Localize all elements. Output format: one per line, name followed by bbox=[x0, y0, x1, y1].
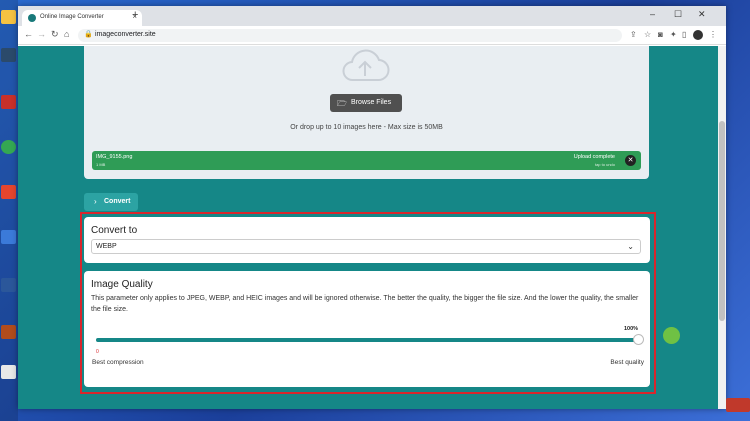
page-scrollbar[interactable] bbox=[718, 46, 726, 409]
quality-slider-fill bbox=[96, 338, 638, 342]
minimize-button[interactable]: – bbox=[650, 9, 655, 19]
chevron-right-icon: › bbox=[94, 197, 97, 206]
image-quality-description: This parameter only applies to JPEG, WEB… bbox=[91, 295, 639, 313]
forward-arrow-icon[interactable]: → bbox=[37, 29, 46, 39]
maximize-button[interactable]: ☐ bbox=[674, 9, 682, 20]
folder-icon[interactable] bbox=[1, 10, 16, 24]
desktop-icons bbox=[0, 0, 18, 421]
cursor-highlight bbox=[663, 327, 680, 344]
image-quality-title: Image Quality bbox=[91, 279, 153, 290]
image-quality-panel: Image Quality This parameter only applie… bbox=[84, 271, 650, 387]
drop-instructions: Or drop up to 10 images here - Max size … bbox=[290, 124, 443, 131]
favicon-icon bbox=[28, 14, 36, 22]
format-selected-value: WEBP bbox=[96, 243, 117, 250]
browser-window: Online Image Converter × + – ☐ ✕ ← → ↻ ⌂… bbox=[18, 6, 726, 409]
best-compression-label: Best compression bbox=[92, 359, 144, 366]
home-icon[interactable]: ⌂ bbox=[64, 29, 69, 39]
undo-hint[interactable]: tap to undo bbox=[595, 162, 615, 167]
back-arrow-icon[interactable]: ← bbox=[24, 29, 33, 39]
tab-online-image-converter[interactable]: Online Image Converter × bbox=[22, 10, 142, 26]
quality-slider-thumb[interactable] bbox=[632, 334, 644, 345]
quality-min-label: 0 bbox=[96, 349, 99, 355]
format-select[interactable]: WEBP ⌄ bbox=[91, 239, 641, 254]
lock-icon[interactable]: 🔒 bbox=[84, 30, 93, 38]
page-content: 🗁 Browse Files Or drop up to 10 images h… bbox=[18, 46, 718, 409]
avatar[interactable] bbox=[693, 30, 703, 40]
share-icon[interactable]: ⇪ bbox=[630, 30, 637, 39]
reload-icon[interactable]: ↻ bbox=[51, 29, 59, 40]
tray-app-icon[interactable] bbox=[726, 398, 750, 412]
file-name: IMG_9155.png bbox=[96, 154, 133, 160]
close-window-button[interactable]: ✕ bbox=[698, 9, 706, 20]
camera-icon[interactable]: ◙ bbox=[658, 30, 663, 39]
remove-file-icon[interactable]: ✕ bbox=[625, 155, 636, 166]
file-icon[interactable] bbox=[1, 365, 16, 379]
convert-label: Convert bbox=[104, 198, 131, 205]
chrome-icon[interactable] bbox=[1, 140, 16, 154]
uploaded-file-item: IMG_9155.png 1 MB Upload complete tap to… bbox=[92, 151, 641, 170]
cloud-upload-icon bbox=[342, 49, 390, 82]
upload-status: Upload complete bbox=[573, 154, 615, 160]
address-bar[interactable]: 🔒 imageconverter.site bbox=[78, 29, 622, 42]
tab-bar: Online Image Converter × + – ☐ ✕ bbox=[18, 6, 726, 26]
star-icon[interactable]: ☆ bbox=[644, 30, 651, 39]
chevron-down-icon: ⌄ bbox=[627, 242, 634, 251]
new-tab-button[interactable]: + bbox=[132, 9, 138, 21]
browse-files-label: Browse Files bbox=[351, 99, 392, 106]
tab-title: Online Image Converter bbox=[40, 14, 104, 20]
app-icon[interactable] bbox=[1, 185, 16, 199]
archive-icon[interactable] bbox=[1, 95, 16, 109]
convert-to-title: Convert to bbox=[91, 225, 138, 236]
sidebar-icon[interactable]: ▯ bbox=[682, 30, 686, 39]
convert-to-panel: Convert to WEBP ⌄ bbox=[84, 217, 650, 263]
upload-dropzone[interactable]: 🗁 Browse Files Or drop up to 10 images h… bbox=[84, 46, 649, 179]
app-icon[interactable] bbox=[1, 48, 16, 62]
quality-slider-track[interactable] bbox=[96, 338, 638, 342]
browser-toolbar: ← → ↻ ⌂ 🔒 imageconverter.site ⇪ ☆ ◙ ✦ ▯ … bbox=[18, 26, 726, 45]
best-quality-label: Best quality bbox=[610, 359, 644, 366]
file-size: 1 MB bbox=[96, 162, 106, 167]
extensions-icon[interactable]: ✦ bbox=[670, 30, 677, 39]
url-text[interactable]: imageconverter.site bbox=[95, 31, 156, 38]
word-icon[interactable] bbox=[1, 278, 16, 292]
quality-value-label: 100% bbox=[624, 326, 639, 332]
scrollbar-thumb[interactable] bbox=[719, 121, 725, 321]
cloud-app-icon[interactable] bbox=[1, 230, 16, 244]
convert-button[interactable]: › Convert bbox=[84, 193, 138, 211]
document-icon[interactable] bbox=[1, 325, 16, 339]
folder-open-icon: 🗁 bbox=[337, 99, 347, 108]
menu-icon[interactable]: ⋮ bbox=[709, 30, 717, 39]
browse-files-button[interactable]: 🗁 Browse Files bbox=[330, 94, 402, 112]
